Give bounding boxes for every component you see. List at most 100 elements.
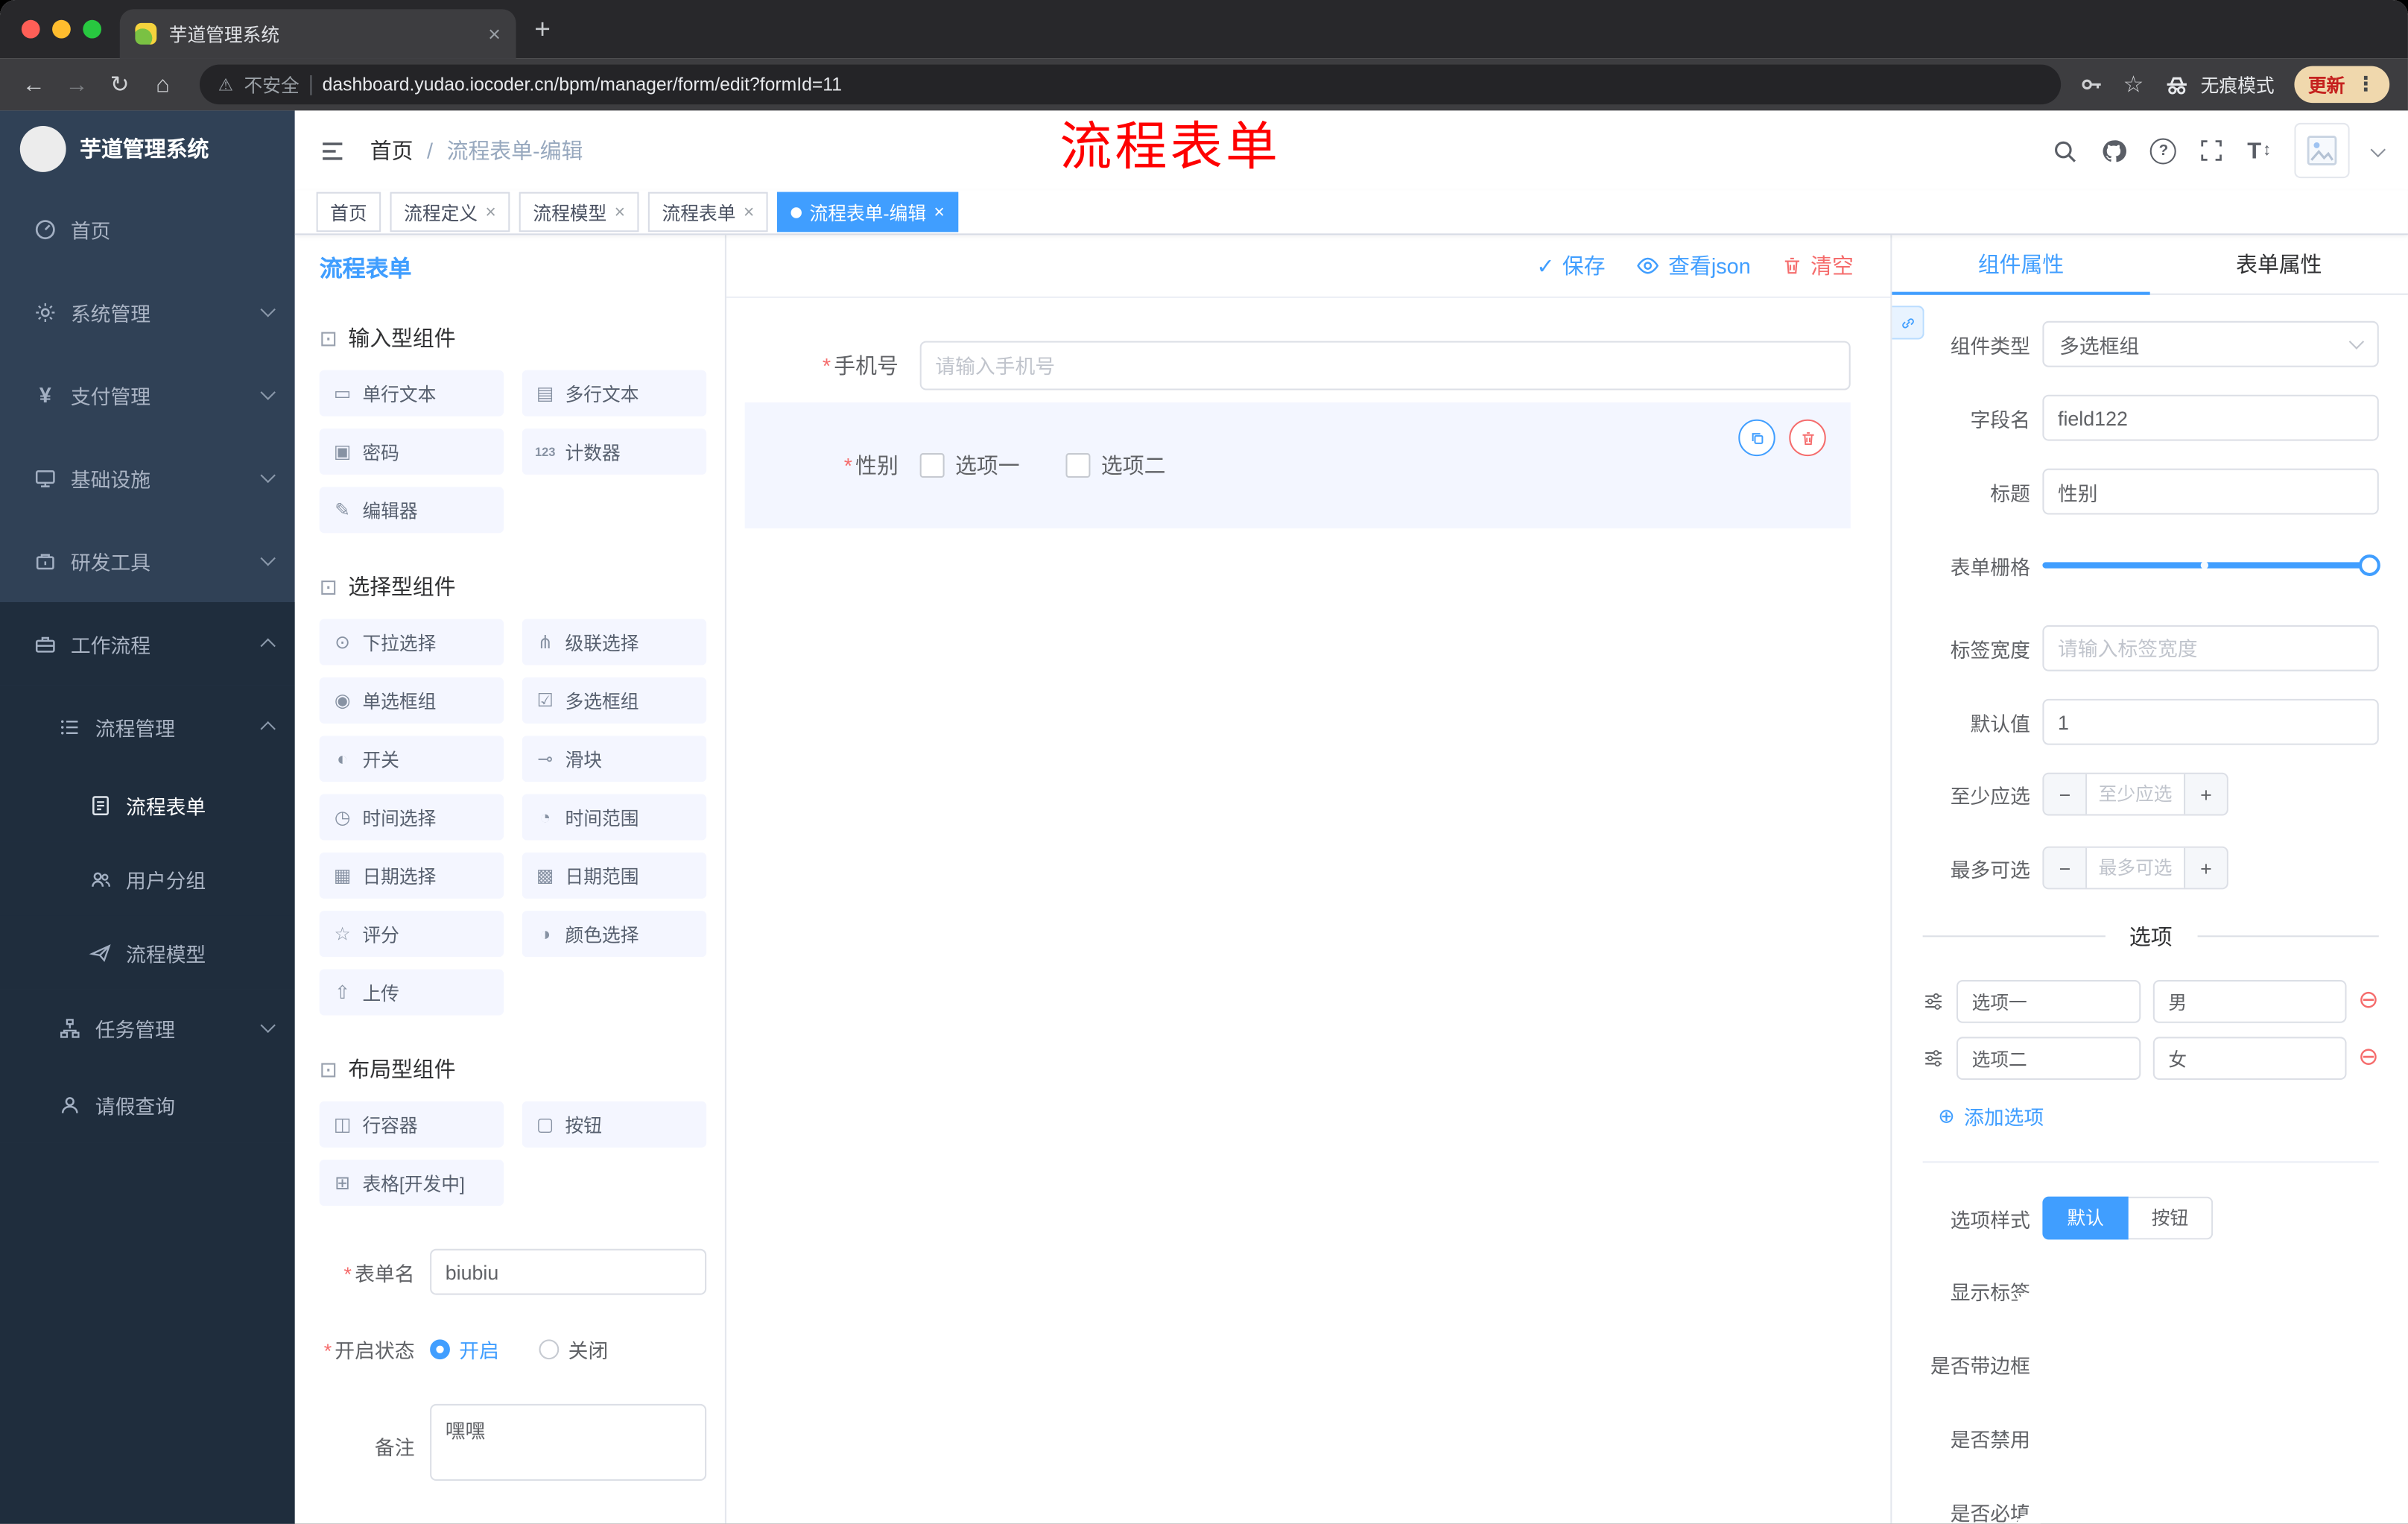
tag-close-icon[interactable]: × [615, 201, 625, 223]
tag-close-icon[interactable]: × [485, 201, 495, 223]
browser-tab[interactable]: 芋道管理系统 × [119, 9, 516, 59]
component-item-rate[interactable]: ☆ 评分 [319, 911, 504, 958]
component-item-select[interactable]: ⊙ 下拉选择 [319, 619, 504, 665]
status-radio-on[interactable]: 开启 [430, 1335, 499, 1364]
sidebar-item-process-management[interactable]: 流程管理 [0, 685, 295, 768]
gender-option-2[interactable]: 选项二 [1065, 450, 1165, 481]
component-item-date-picker[interactable]: ▦ 日期选择 [319, 852, 504, 899]
label-width-input[interactable] [2042, 625, 2379, 671]
avatar[interactable] [2294, 122, 2350, 179]
component-item-editor[interactable]: ✎ 编辑器 [319, 487, 504, 534]
reload-button[interactable]: ↻ [101, 71, 138, 98]
slider-handle[interactable] [2359, 554, 2380, 576]
field-name-input[interactable] [2042, 394, 2379, 441]
min-select-input[interactable] [2087, 774, 2184, 815]
sidebar-item-system-management[interactable]: 系统管理 [0, 271, 295, 353]
status-radio-off[interactable]: 关闭 [539, 1335, 608, 1364]
form-grid-slider[interactable] [2042, 543, 2380, 589]
copy-component-button[interactable] [1738, 419, 1775, 457]
sidebar-item-payment-management[interactable]: ¥ 支付管理 [0, 353, 295, 436]
password-key-icon[interactable] [2079, 72, 2103, 97]
clear-button[interactable]: 清空 [1781, 250, 1854, 281]
window-zoom-button[interactable] [83, 19, 102, 39]
view-json-button[interactable]: 查看json [1636, 250, 1751, 281]
component-item-button[interactable]: ▢ 按钮 [522, 1101, 707, 1148]
bookmark-star-icon[interactable]: ☆ [2123, 71, 2144, 98]
max-select-input[interactable] [2087, 847, 2184, 888]
hamburger-icon[interactable] [320, 137, 346, 163]
delete-component-button[interactable] [1789, 419, 1826, 457]
gender-field-selected[interactable]: * 性别 选项一 选项二 [744, 402, 1851, 529]
component-item-multi-text[interactable]: ▤ 多行文本 [522, 370, 707, 417]
remove-option-icon[interactable]: ⊖ [2358, 1046, 2379, 1071]
help-icon[interactable]: ? [2150, 137, 2177, 164]
window-minimize-button[interactable] [52, 19, 71, 39]
tag-close-icon[interactable]: × [934, 201, 944, 223]
option-value-input[interactable] [2152, 1037, 2346, 1081]
back-button[interactable]: ← [16, 72, 52, 98]
form-name-input[interactable] [430, 1248, 707, 1295]
collapse-handle[interactable] [1892, 306, 1924, 340]
sidebar-logo[interactable]: 芋道管理系统 [0, 110, 295, 187]
sidebar-item-workflow[interactable]: 工作流程 [0, 601, 295, 686]
phone-input[interactable] [919, 341, 1851, 391]
gender-option-1[interactable]: 选项一 [919, 450, 1020, 481]
tab-component-props[interactable]: 组件属性 [1892, 235, 2150, 295]
tag-process-model[interactable]: 流程模型 × [519, 192, 639, 233]
component-item-table[interactable]: ⊞ 表格[开发中] [319, 1160, 504, 1207]
component-item-password[interactable]: ▣ 密码 [319, 429, 504, 475]
style-button-button[interactable]: 按钮 [2128, 1196, 2214, 1240]
component-item-upload[interactable]: ⇧ 上传 [319, 969, 504, 1016]
phone-field-row[interactable]: * 手机号 [745, 341, 1851, 391]
sidebar-item-user-group[interactable]: 用户分组 [0, 841, 295, 916]
tag-home[interactable]: 首页 [316, 192, 381, 233]
browser-update-button[interactable]: 更新 ⋮ [2294, 66, 2390, 104]
option-value-input[interactable] [2152, 980, 2346, 1023]
fullscreen-icon[interactable] [2199, 139, 2224, 163]
sidebar-item-devtools[interactable]: 研发工具 [0, 519, 295, 602]
sidebar-item-leave-query[interactable]: 请假查询 [0, 1066, 295, 1143]
sidebar-item-process-form[interactable]: 流程表单 [0, 768, 295, 842]
component-item-switch[interactable]: ◐ 开关 [319, 736, 504, 782]
home-button[interactable]: ⌂ [145, 72, 181, 98]
decrement-button[interactable]: − [2044, 774, 2088, 815]
component-item-date-range[interactable]: ▩ 日期范围 [522, 852, 707, 899]
window-close-button[interactable] [21, 19, 40, 39]
github-icon[interactable] [2101, 137, 2127, 163]
decrement-button[interactable]: − [2044, 847, 2088, 888]
search-icon[interactable] [2052, 137, 2078, 163]
sidebar-item-task-management[interactable]: 任务管理 [0, 989, 295, 1066]
component-item-counter[interactable]: 123 计数器 [522, 429, 707, 475]
option-label-input[interactable] [1956, 980, 2141, 1023]
tab-form-props[interactable]: 表单属性 [2150, 235, 2408, 293]
tab-close-icon[interactable]: × [488, 22, 501, 46]
tag-process-definition[interactable]: 流程定义 × [390, 192, 510, 233]
title-input[interactable] [2042, 468, 2379, 515]
breadcrumb-home[interactable]: 首页 [370, 135, 414, 165]
user-menu-caret-icon[interactable] [2370, 141, 2386, 157]
tag-close-icon[interactable]: × [744, 201, 754, 223]
drag-handle-icon[interactable] [1923, 990, 1945, 1012]
style-default-button[interactable]: 默认 [2042, 1196, 2129, 1240]
increment-button[interactable]: + [2184, 774, 2227, 815]
font-size-icon[interactable]: T ↕ [2247, 137, 2271, 163]
add-option-button[interactable]: ⊕ 添加选项 [1938, 1101, 2379, 1131]
address-bar[interactable]: ⚠ 不安全 dashboard.yudao.iocoder.cn/bpm/man… [199, 64, 2061, 105]
remove-option-icon[interactable]: ⊖ [2358, 988, 2379, 1014]
sidebar-item-infrastructure[interactable]: 基础设施 [0, 436, 295, 519]
option-label-input[interactable] [1956, 1037, 2141, 1081]
component-item-row-container[interactable]: ◫ 行容器 [319, 1101, 504, 1148]
component-item-radio-group[interactable]: ◉ 单选框组 [319, 677, 504, 724]
component-item-time-picker[interactable]: ◷ 时间选择 [319, 794, 504, 841]
increment-button[interactable]: + [2184, 847, 2227, 888]
new-tab-button[interactable]: + [534, 13, 551, 45]
tag-process-form-edit[interactable]: 流程表单-编辑 × [777, 192, 959, 233]
sidebar-item-home[interactable]: 首页 [0, 187, 295, 270]
save-button[interactable]: ✓ 保存 [1536, 250, 1605, 281]
component-item-checkbox-group[interactable]: ☑ 多选框组 [522, 677, 707, 724]
component-item-slider[interactable]: ⊸ 滑块 [522, 736, 707, 782]
sidebar-item-process-model[interactable]: 流程模型 [0, 915, 295, 990]
tag-process-form[interactable]: 流程表单 × [647, 192, 768, 233]
slider-track[interactable] [2042, 562, 2379, 569]
component-item-color-picker[interactable]: ◑ 颜色选择 [522, 911, 707, 958]
